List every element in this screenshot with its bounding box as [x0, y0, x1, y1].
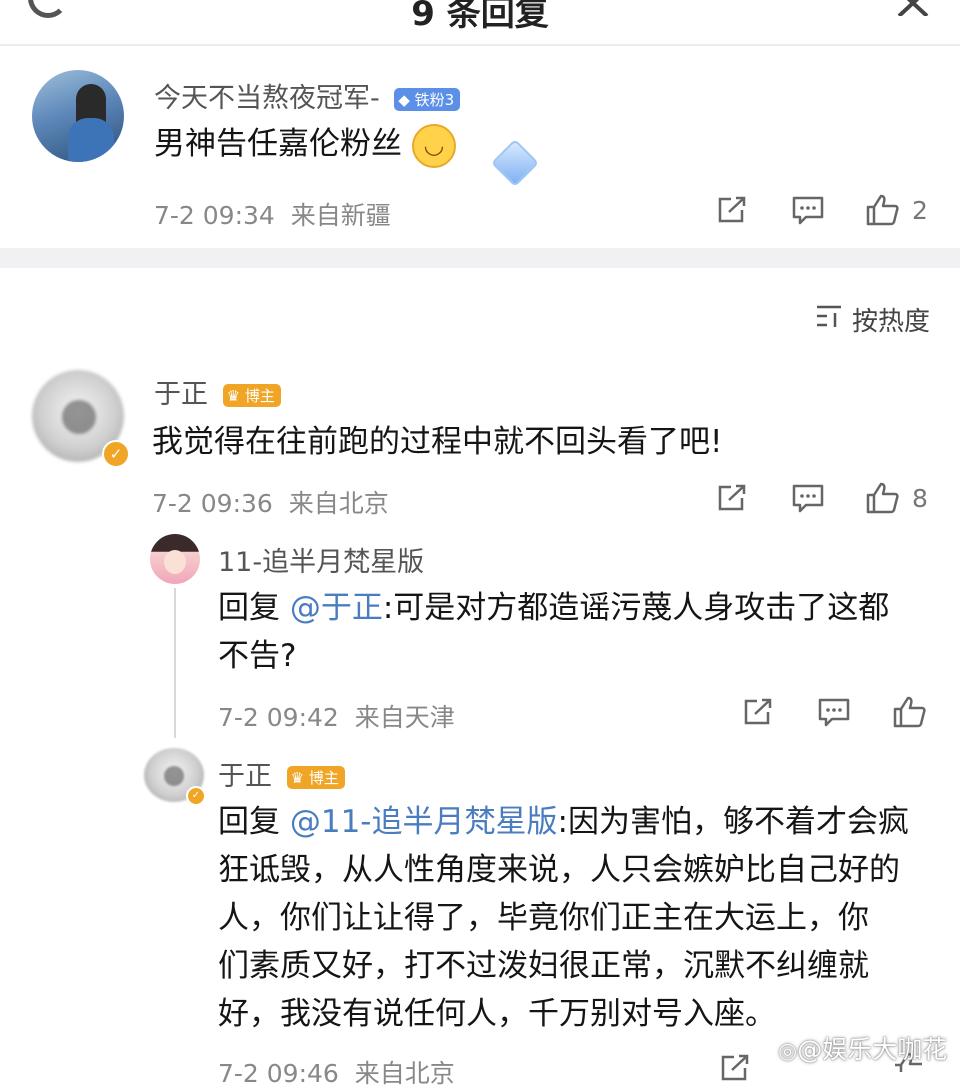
author-badge: ♛ 博主 — [222, 384, 281, 407]
reply-username[interactable]: 于正 ♛ 博主 — [218, 754, 345, 793]
reply-meta: 7-2 09:46 来自北京 — [218, 1059, 455, 1088]
mention-link[interactable]: @11-追半月梵星版 — [290, 804, 558, 840]
comment-text: 男神告任嘉伦粉丝 ◡ — [154, 120, 456, 168]
verified-badge-icon: ✓ — [102, 440, 130, 468]
share-icon[interactable] — [720, 1054, 750, 1082]
weibo-logo-icon: ◎ — [778, 1039, 798, 1064]
fan-badge: ◆ 铁粉3 — [394, 88, 461, 111]
reply-text: 回复 @于正:可是对方都造谣污蔑人身攻击了这都 不告? — [218, 590, 890, 674]
page-title: 9 条回复 — [411, 0, 549, 34]
sparkle-icon — [490, 138, 540, 188]
like-count: 8 — [912, 484, 928, 513]
like-icon[interactable] — [893, 696, 927, 728]
avatar[interactable] — [32, 70, 124, 162]
comment-icon[interactable] — [792, 196, 824, 226]
share-icon[interactable] — [717, 484, 747, 512]
like-count: 2 — [912, 196, 928, 225]
author-badge: ♛ 博主 — [286, 766, 345, 789]
like-icon[interactable] — [866, 194, 900, 226]
reply-text: 回复 @11-追半月梵星版:因为害怕，够不着才会疯 狂诋毁，从人性角度来说，人只… — [218, 804, 909, 1032]
comment-icon[interactable] — [792, 484, 824, 514]
reply-username[interactable]: 11-追半月梵星版 — [218, 540, 424, 579]
sort-icon[interactable] — [815, 303, 843, 329]
comment-meta: 7-2 09:36 来自北京 — [152, 489, 389, 518]
share-icon[interactable] — [717, 196, 747, 224]
avatar[interactable] — [150, 534, 200, 584]
close-icon[interactable] — [895, 0, 931, 16]
share-icon[interactable] — [743, 698, 773, 726]
comment-icon[interactable] — [818, 698, 850, 728]
comment-username[interactable]: 今天不当熬夜冠军- ◆ 铁粉3 — [154, 76, 461, 115]
watermark: ◎@娱乐大咖花 — [778, 1035, 948, 1064]
comment-meta: 7-2 09:34 来自新疆 — [154, 201, 391, 230]
section-divider — [0, 248, 960, 268]
mention-link[interactable]: @于正 — [290, 590, 383, 626]
reply-meta: 7-2 09:42 来自天津 — [218, 703, 455, 732]
smile-emoji-icon: ◡ — [411, 123, 456, 168]
verified-badge-icon: ✓ — [186, 786, 206, 806]
header-bar: 9 条回复 — [0, 0, 960, 46]
sort-toggle[interactable]: 按热度 — [852, 301, 930, 338]
comment-text: 我觉得在往前跑的过程中就不回头看了吧! — [152, 424, 723, 460]
comment-username[interactable]: 于正 ♛ 博主 — [154, 372, 281, 411]
thread-line — [174, 588, 176, 738]
like-icon[interactable] — [866, 482, 900, 514]
